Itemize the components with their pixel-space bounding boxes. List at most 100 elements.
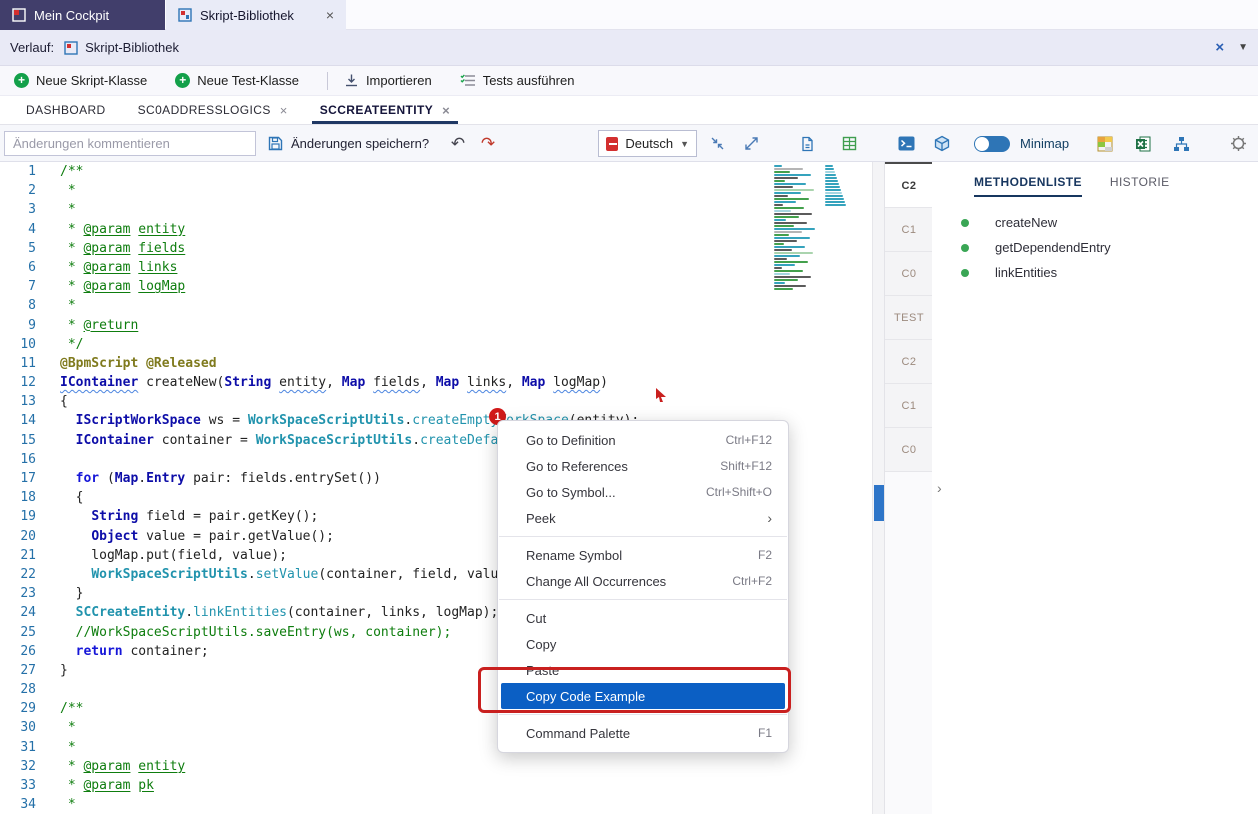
chevron-down-icon[interactable]: ▼ — [1238, 42, 1248, 53]
code-token: * — [60, 298, 76, 313]
close-icon[interactable]: × — [1215, 39, 1224, 56]
close-tab-icon[interactable]: × — [442, 103, 450, 118]
menu-item-go-to-definition[interactable]: Go to DefinitionCtrl+F12 — [498, 427, 788, 453]
side-panel-tabs: METHODENLISTE HISTORIE — [932, 162, 1258, 197]
rail-tab-test-3[interactable]: TEST — [885, 296, 933, 340]
import-button[interactable]: Importieren — [344, 73, 432, 88]
panel-collapse-chevron[interactable]: › — [937, 480, 942, 496]
save-changes-button[interactable]: Änderungen speichern? — [268, 125, 429, 162]
code-token: Map — [342, 375, 365, 390]
new-test-class-button[interactable]: + Neue Test-Klasse — [175, 73, 299, 88]
menu-item-paste[interactable]: Paste — [498, 657, 788, 683]
code-line: * @param fields — [48, 239, 872, 258]
redo-button[interactable]: ↷ — [476, 125, 500, 162]
window-tab-library[interactable]: Skript-Bibliothek × — [166, 0, 346, 30]
panel-tab-methodenliste[interactable]: METHODENLISTE — [974, 175, 1082, 197]
code-token: { — [60, 394, 68, 409]
code-token: WorkSpaceScriptUtils — [91, 567, 248, 582]
menu-item-copy-code-example[interactable]: Copy Code Example — [501, 683, 785, 709]
terminal-button[interactable] — [894, 125, 918, 162]
scrollbar-thumb[interactable] — [874, 485, 884, 521]
rail-tab-c0-2[interactable]: C0 — [885, 252, 933, 296]
code-token: Map — [436, 375, 459, 390]
history-item[interactable]: Skript-Bibliothek — [64, 40, 179, 55]
line-number: 29 — [0, 699, 48, 718]
menu-item-cut[interactable]: Cut — [498, 605, 788, 631]
line-number: 31 — [0, 738, 48, 757]
menu-item-shortcut: Ctrl+F2 — [732, 574, 772, 588]
menu-item-rename-symbol[interactable]: Rename SymbolF2 — [498, 542, 788, 568]
minimap-line — [774, 288, 793, 290]
minimap-line — [774, 213, 812, 215]
rail-tab-c1-5[interactable]: C1 — [885, 384, 933, 428]
code-token: /** — [60, 164, 83, 179]
rail-tab-c2-0[interactable]: C2 — [885, 162, 933, 208]
line-numbers: 1234567891011121314151617181920212223242… — [0, 162, 48, 814]
menu-item-change-all-occurrences[interactable]: Change All OccurrencesCtrl+F2 — [498, 568, 788, 594]
rail-tab-c1-1[interactable]: C1 — [885, 208, 933, 252]
line-number: 23 — [0, 584, 48, 603]
minimap-line — [774, 285, 806, 287]
undo-button[interactable]: ↶ — [446, 125, 470, 162]
method-item-createnew[interactable]: createNew — [932, 210, 1258, 235]
menu-item-shortcut: Ctrl+F12 — [726, 433, 772, 447]
code-token — [60, 605, 76, 620]
menu-item-command-palette[interactable]: Command Palette F1 — [498, 720, 788, 746]
line-number: 18 — [0, 488, 48, 507]
gear-sync-icon — [1230, 135, 1247, 152]
minimap-toggle[interactable] — [974, 136, 1010, 152]
editor-tab-sc0addresslogics[interactable]: SC0ADDRESSLOGICS× — [122, 96, 304, 124]
editor-tab-dashboard[interactable]: DASHBOARD — [10, 96, 122, 124]
minimap-line — [774, 219, 786, 221]
export-colored-table-button[interactable] — [1094, 125, 1116, 162]
menu-item-copy[interactable]: Copy — [498, 631, 788, 657]
export-excel-button[interactable] — [1132, 125, 1154, 162]
method-item-getdependendentry[interactable]: getDependendEntry — [932, 235, 1258, 260]
code-token: IContainer — [76, 433, 154, 448]
settings-sync-button[interactable] — [1226, 125, 1250, 162]
menu-item-label: Command Palette — [526, 726, 630, 741]
menu-item-shortcut: F2 — [758, 548, 772, 562]
code-token — [545, 375, 553, 390]
minimap-line — [825, 204, 846, 206]
table-view-button[interactable] — [838, 125, 860, 162]
code-token: entity — [138, 222, 185, 237]
menu-item-go-to-references[interactable]: Go to ReferencesShift+F12 — [498, 453, 788, 479]
method-item-linkentities[interactable]: linkEntities — [932, 260, 1258, 285]
rail-tab-c2-4[interactable]: C2 — [885, 340, 933, 384]
export-document-button[interactable] — [796, 125, 818, 162]
side-panel: › METHODENLISTE HISTORIE createNew getDepe… — [932, 162, 1258, 814]
method-label: createNew — [995, 215, 1057, 230]
hierarchy-view-button[interactable] — [1170, 125, 1192, 162]
comment-input[interactable] — [4, 131, 256, 156]
new-script-class-button[interactable]: + Neue Skript-Klasse — [14, 73, 147, 88]
rail-tab-c0-6[interactable]: C0 — [885, 428, 933, 472]
window-tab-cockpit[interactable]: Mein Cockpit — [0, 0, 165, 30]
minimap-line — [774, 237, 810, 239]
close-tab-icon[interactable]: × — [326, 8, 334, 22]
close-tab-icon[interactable]: × — [280, 103, 288, 118]
menu-item-peek[interactable]: Peek› — [498, 505, 788, 531]
language-select[interactable]: Deutsch ▼ — [598, 130, 697, 157]
editor-tab-sccreateentity[interactable]: SCCREATEENTITY× — [304, 96, 466, 124]
code-token: field = pair.getKey(); — [138, 509, 318, 524]
app-window: Mein Cockpit Skript-Bibliothek × Verlauf… — [0, 0, 1258, 814]
collapse-regions-button[interactable] — [706, 125, 728, 162]
package-button[interactable] — [930, 125, 954, 162]
minimap-line — [825, 174, 836, 176]
menu-item-shortcut: F1 — [758, 726, 772, 740]
code-token: @param — [83, 759, 130, 774]
line-number: 11 — [0, 354, 48, 373]
code-token: /** — [60, 701, 83, 716]
minimap-col-1 — [774, 165, 815, 301]
line-number: 26 — [0, 642, 48, 661]
menu-item-go-to-symbol[interactable]: Go to Symbol...Ctrl+Shift+O — [498, 479, 788, 505]
code-token: fields — [373, 375, 420, 390]
line-number: 27 — [0, 661, 48, 680]
run-tests-button[interactable]: Tests ausführen — [460, 73, 575, 88]
code-line: * @param links — [48, 258, 872, 277]
minimap[interactable] — [774, 165, 870, 301]
expand-regions-button[interactable] — [740, 125, 762, 162]
panel-tab-historie[interactable]: HISTORIE — [1110, 175, 1170, 197]
code-line: IContainer createNew(String entity, Map … — [48, 373, 872, 392]
